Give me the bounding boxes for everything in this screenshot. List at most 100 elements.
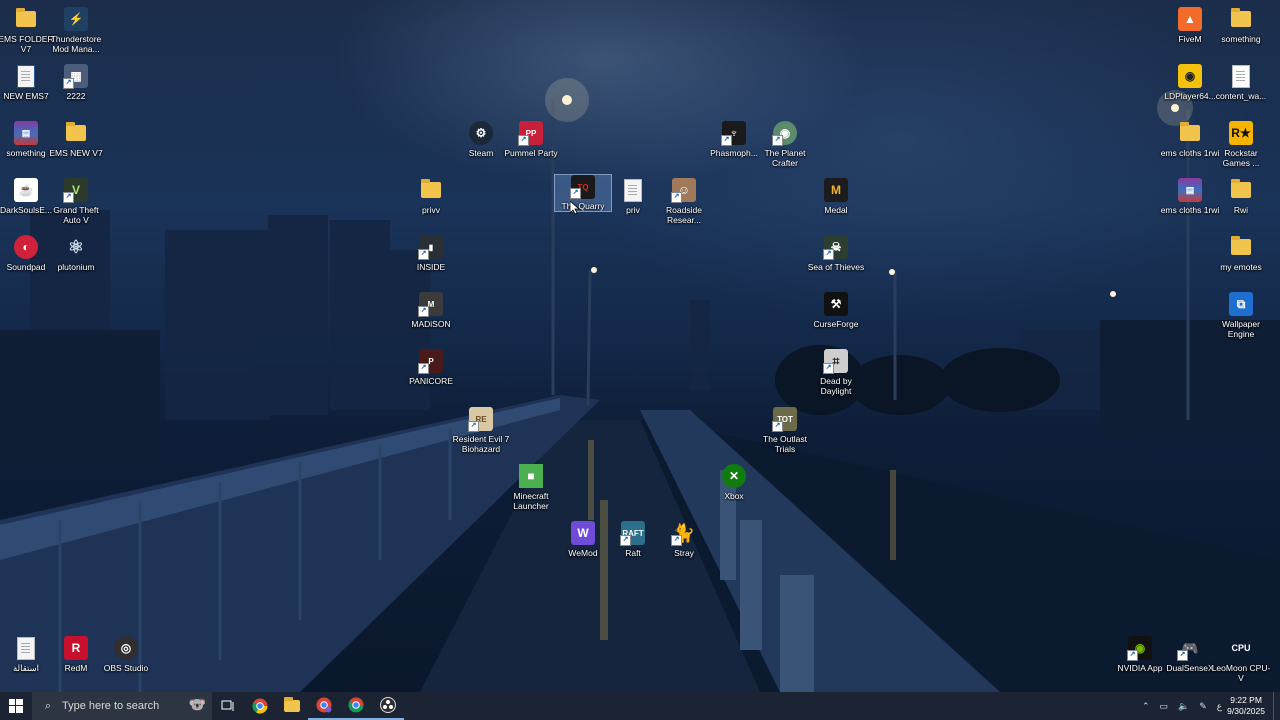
desktop-icon-dead-by-daylight[interactable]: ⌗ ↗ Dead by Daylight xyxy=(808,348,864,396)
windows-icon xyxy=(9,699,23,713)
text-file-icon xyxy=(13,635,39,661)
desktop-icon-xbox[interactable]: ✕ Xbox xyxy=(706,463,762,502)
taskbar-search[interactable]: ⌕ Type here to search 🐨 xyxy=(32,692,212,720)
desktop-icon-leomoon-cpu-v[interactable]: CPU LeoMoon CPU-V xyxy=(1212,635,1271,683)
desktop-icon-minecraft-launcher[interactable]: ■ Minecraft Launcher xyxy=(503,463,559,511)
thunderstore-icon: ⚡ xyxy=(63,6,89,32)
task-view-icon xyxy=(221,700,234,711)
file-explorer-button[interactable] xyxy=(276,692,308,720)
desktop-icon-something-right[interactable]: something xyxy=(1213,6,1269,45)
desktop-icon-my-emotes[interactable]: my emotes xyxy=(1213,234,1269,273)
desktop-icon-ems-new-v7[interactable]: EMS NEW V7 xyxy=(48,120,104,159)
desktop-icon-resident-evil-7[interactable]: RE ↗ Resident Evil 7 Biohazard xyxy=(453,406,509,454)
taskbar: ⌕ Type here to search 🐨 ⌃ ▭ 🔈 ✎ ع 9:22 P… xyxy=(0,692,1280,720)
desktop-icon-privv[interactable]: privv xyxy=(403,177,459,216)
curseforge-icon: ⚒ xyxy=(823,291,849,317)
pummel-party-icon: PP ↗ xyxy=(518,120,544,146)
cat-icon: 🐈 ↗ xyxy=(671,520,697,546)
input-language[interactable]: ع xyxy=(1217,701,1222,712)
pen-icon[interactable]: ✎ xyxy=(1199,701,1207,712)
desktop-icon-2222[interactable]: ▦ ↗ 2222 xyxy=(48,63,104,102)
text-file-icon xyxy=(620,177,646,203)
desktop-icon-planet-crafter[interactable]: ◉ ↗ The Planet Crafter xyxy=(757,120,813,168)
desktop-icon-panicore[interactable]: P ↗ PANICORE xyxy=(403,348,459,387)
minecraft-icon: ■ xyxy=(518,463,544,489)
obs-taskbar-button[interactable] xyxy=(372,692,404,720)
chrome-second-button[interactable] xyxy=(340,692,372,720)
desktop-icon-thunderstore[interactable]: ⚡ Thunderstore Mod Mana... xyxy=(48,6,104,54)
winrar-icon: ▤ xyxy=(13,120,39,146)
media-file-icon xyxy=(1228,63,1254,89)
clock[interactable]: 9:22 PM 9/30/2025 xyxy=(1227,695,1265,717)
dualsensex-icon: 🎮 ↗ xyxy=(1177,635,1203,661)
wallpaper xyxy=(0,78,1280,692)
desktop-icon-ems-cloths-1[interactable]: ems cloths 1rwi xyxy=(1161,120,1219,159)
atom-icon: ⚛ xyxy=(67,236,85,257)
desktop-icon-dualsensex[interactable]: 🎮 ↗ DualSenseX xyxy=(1162,635,1218,674)
volume-icon[interactable]: 🔈 xyxy=(1178,701,1189,712)
desktop-icon-obs-studio[interactable]: ◎ OBS Studio xyxy=(98,635,154,674)
chevron-up-icon[interactable]: ⌃ xyxy=(1142,701,1150,712)
steam-icon: ⚙ xyxy=(468,120,494,146)
wemod-icon: W xyxy=(570,520,596,546)
desktop-icon-roadside-research[interactable]: ☺ ↗ Roadside Resear... xyxy=(656,177,712,225)
desktop-icon-content-wa[interactable]: content_wa... xyxy=(1213,63,1269,102)
clock-date: 9/30/2025 xyxy=(1227,706,1265,716)
rockstar-icon: R★ xyxy=(1228,120,1254,146)
gta-v-icon: V ↗ xyxy=(63,177,89,203)
desktop-icon-medal[interactable]: M Medal xyxy=(808,177,864,216)
fivem-icon: ▲ xyxy=(1177,6,1203,32)
task-view-button[interactable] xyxy=(212,692,244,720)
desktop-icon-curseforge[interactable]: ⚒ CurseForge xyxy=(808,291,864,330)
desktop-icon-gta-v[interactable]: V ↗ Grand Theft Auto V xyxy=(48,177,104,225)
desktop-icon-priv[interactable]: priv xyxy=(605,177,661,216)
desktop-icon-rockstar-games[interactable]: R★ Rockstar Games ... xyxy=(1213,120,1269,168)
madison-icon: M ↗ xyxy=(418,291,444,317)
folder-icon xyxy=(13,6,39,32)
desktop-icon-wallpaper-engine[interactable]: ⧉ Wallpaper Engine xyxy=(1213,291,1269,339)
desktop-icon-madison[interactable]: M ↗ MADiSON xyxy=(403,291,459,330)
chrome-icon xyxy=(252,698,268,714)
phasmophobia-icon: ♆ ↗ xyxy=(721,120,747,146)
chrome-profile-button[interactable] xyxy=(308,692,340,720)
desktop-icon-rwi[interactable]: Rwi xyxy=(1213,177,1269,216)
raft-icon: RAFT ↗ xyxy=(620,520,646,546)
desktop-icon-stray[interactable]: 🐈 ↗ Stray xyxy=(656,520,712,559)
desktop-icon-fivem[interactable]: ▲ FiveM xyxy=(1162,6,1218,45)
winrar-icon: ▤ xyxy=(1177,177,1203,203)
clock-time: 9:22 PM xyxy=(1230,695,1262,705)
desktop-icon-plutonium[interactable]: ⚛ plutonium xyxy=(48,234,104,273)
desktop-icon-inside[interactable]: ▮ ↗ INSIDE xyxy=(403,234,459,273)
java-icon: ☕ xyxy=(13,177,39,203)
obs-icon xyxy=(380,697,396,713)
word-document-icon xyxy=(13,63,39,89)
desktop-icon-phasmophobia[interactable]: ♆ ↗ Phasmoph... xyxy=(706,120,762,159)
xbox-icon: ✕ xyxy=(721,463,747,489)
file-explorer-icon xyxy=(284,697,300,712)
search-highlight-icon: 🐨 xyxy=(188,696,206,712)
desktop-icon-ldplayer[interactable]: ◉ LDPlayer64... xyxy=(1162,63,1218,102)
folder-icon xyxy=(63,120,89,146)
chrome-taskbar-button[interactable] xyxy=(244,692,276,720)
folder-icon xyxy=(1228,177,1254,203)
sea-of-thieves-icon: ☠ ↗ xyxy=(823,234,849,260)
start-button[interactable] xyxy=(0,692,32,720)
chrome-profile-icon xyxy=(316,697,332,713)
installer-icon: ▦ ↗ xyxy=(63,63,89,89)
search-icon: ⌕ xyxy=(44,699,52,712)
resident-evil-icon: RE ↗ xyxy=(468,406,494,432)
folder-icon xyxy=(1228,234,1254,260)
obs-icon: ◎ xyxy=(113,635,139,661)
chrome-icon xyxy=(348,697,364,713)
network-icon[interactable]: ▭ xyxy=(1160,701,1169,712)
ldplayer-icon: ◉ xyxy=(1177,63,1203,89)
desktop-icon-raft[interactable]: RAFT ↗ Raft xyxy=(605,520,661,559)
soundpad-icon: ◐ xyxy=(13,234,39,260)
desktop-icon-pummel-party[interactable]: PP ↗ Pummel Party xyxy=(503,120,559,159)
desktop-icon-ems-cloths-2[interactable]: ▤ ems cloths 1rwi xyxy=(1161,177,1219,216)
roadside-research-icon: ☺ ↗ xyxy=(671,177,697,203)
notifications-icon[interactable] xyxy=(1273,692,1280,720)
desktop-icon-sea-of-thieves[interactable]: ☠ ↗ Sea of Thieves xyxy=(808,234,864,273)
system-tray: ⌃ ▭ 🔈 ✎ ع 9:22 PM 9/30/2025 xyxy=(1137,692,1280,720)
desktop-icon-outlast-trials[interactable]: TOT ↗ The Outlast Trials xyxy=(757,406,813,454)
